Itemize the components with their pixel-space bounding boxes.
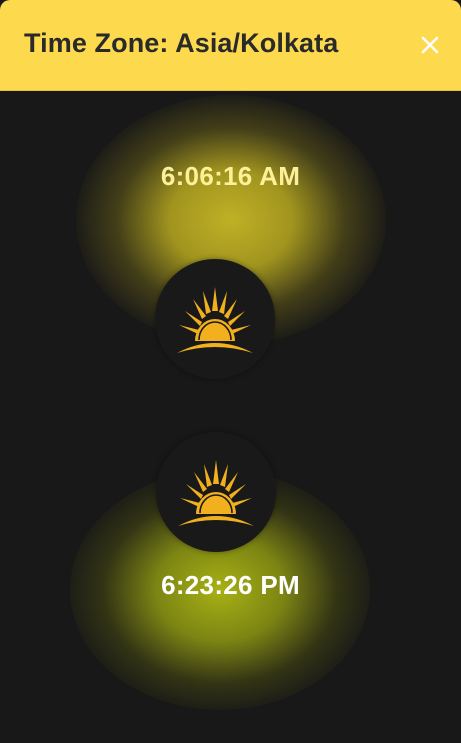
panel-title: Time Zone: Asia/Kolkata (24, 28, 339, 58)
sunrise-time: 6:06:16 AM (160, 161, 301, 191)
close-icon[interactable] (421, 36, 439, 54)
sunrise-icon (155, 259, 275, 379)
timezone-panel: Time Zone: Asia/Kolkata 6:06:16 AM 6:23:… (0, 0, 461, 743)
sunset-time: 6:23:26 PM (161, 570, 300, 600)
panel-header: Time Zone: Asia/Kolkata (0, 0, 461, 91)
sunset-icon (156, 432, 276, 552)
